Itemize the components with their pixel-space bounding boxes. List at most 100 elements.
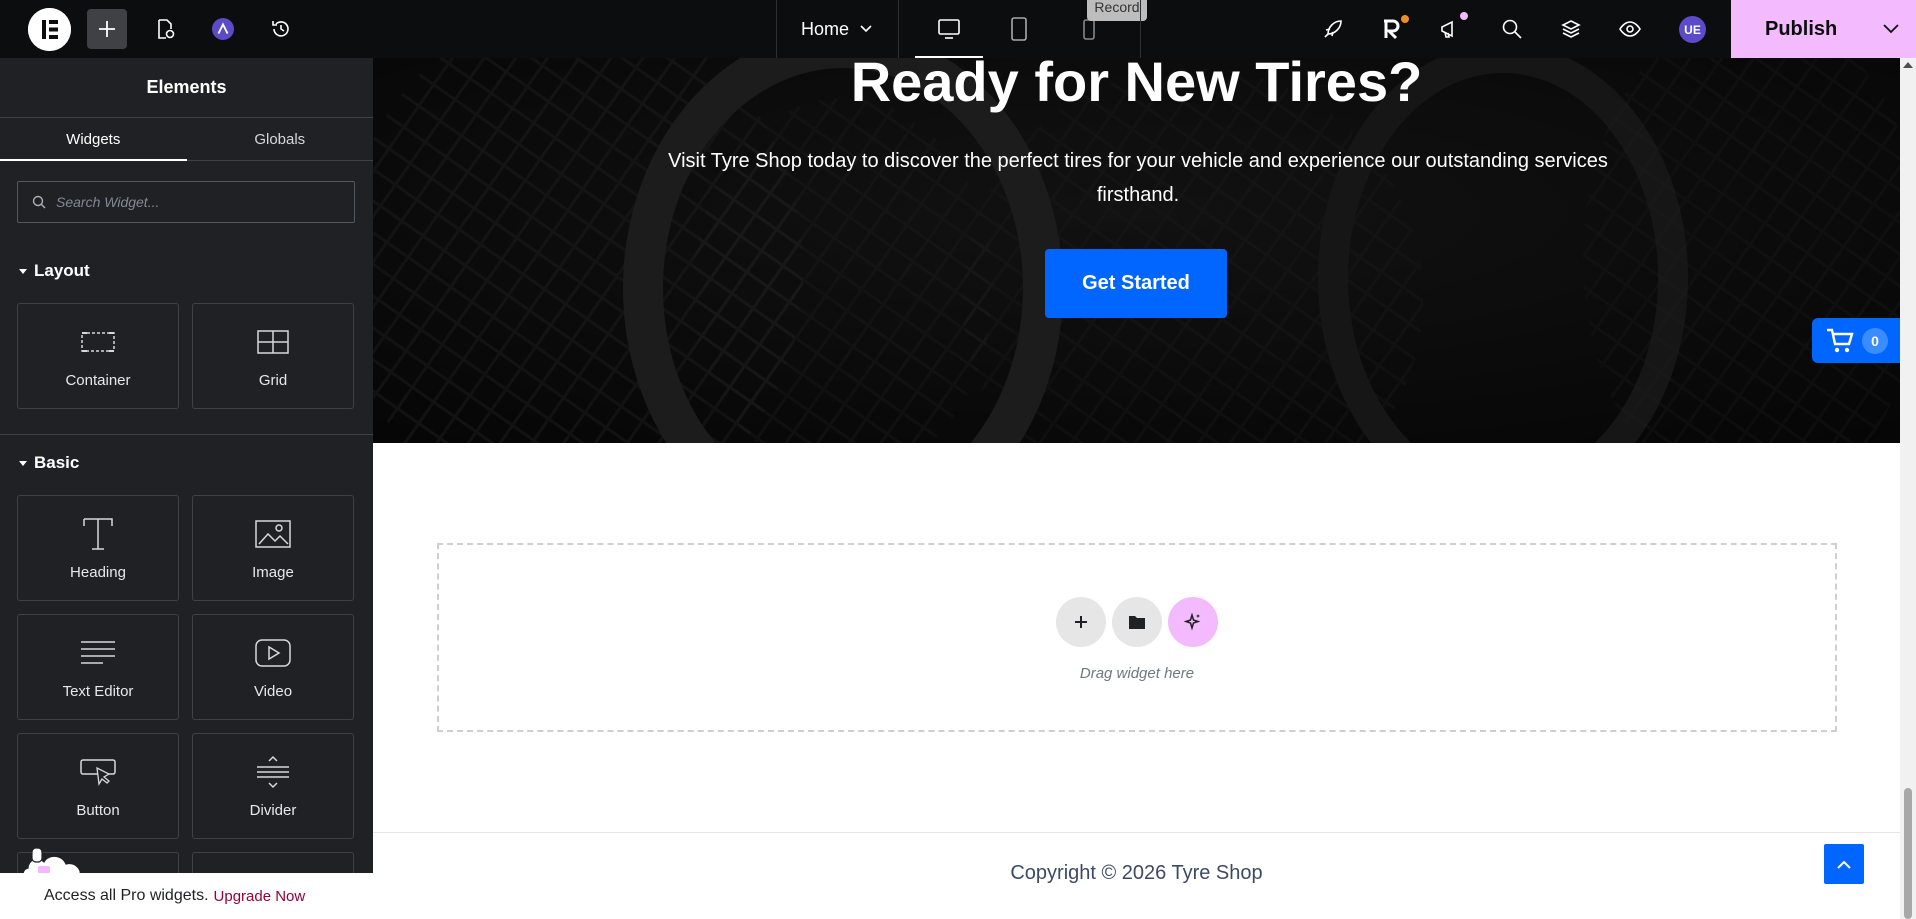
plugin-r-button[interactable] — [1371, 9, 1411, 49]
page-settings-button[interactable] — [145, 9, 185, 49]
page-name: Home — [800, 18, 849, 39]
widget-video[interactable]: Video — [192, 614, 354, 720]
elementor-logo-icon[interactable] — [28, 8, 71, 51]
footer-divider — [373, 832, 1900, 833]
category-layout-toggle[interactable]: Layout — [18, 261, 90, 281]
image-icon — [251, 516, 295, 552]
site-logo-icon — [212, 18, 234, 40]
get-started-button[interactable]: Get Started — [1045, 249, 1227, 318]
widget-grid[interactable]: Grid — [192, 303, 354, 409]
add-element-button[interactable] — [87, 9, 127, 49]
whats-new-button[interactable] — [1430, 9, 1470, 49]
caret-down-icon — [19, 269, 27, 274]
widget-container[interactable]: Container — [17, 303, 179, 409]
scroll-to-top-button[interactable] — [1824, 844, 1864, 884]
site-settings-button[interactable] — [203, 9, 243, 49]
history-icon — [272, 21, 289, 37]
ai-sparkle-icon — [1183, 612, 1201, 631]
heading-icon — [76, 516, 120, 552]
hero-section[interactable]: Ready for New Tires? Visit Tyre Shop tod… — [373, 58, 1900, 443]
r-plugin-icon — [1384, 19, 1400, 40]
user-avatar[interactable]: UE — [1679, 16, 1706, 43]
cart-icon — [1827, 328, 1854, 352]
publish-label: Publish — [1765, 17, 1838, 40]
editor-canvas: Ready for New Tires? Visit Tyre Shop tod… — [373, 58, 1902, 919]
folder-icon — [1129, 616, 1145, 629]
upgrade-now-link[interactable]: Upgrade Now — [214, 888, 306, 905]
scroll-up-arrow-icon[interactable] — [1903, 62, 1913, 68]
notification-dot — [1401, 15, 1409, 23]
widget-button[interactable]: Button — [17, 733, 179, 839]
search-widget-input[interactable] — [56, 194, 336, 210]
widget-label: Text Editor — [62, 683, 134, 700]
empty-drop-zone[interactable]: Drag widget here — [437, 543, 1837, 732]
pro-upgrade-bar: Access all Pro widgets. Upgrade Now — [0, 873, 373, 919]
widget-label: Button — [76, 802, 120, 819]
preview-button[interactable] — [1610, 9, 1650, 49]
page-select[interactable]: Home — [777, 0, 897, 58]
chevron-down-icon — [860, 25, 872, 33]
cart-count-badge: 0 — [1862, 327, 1888, 354]
widget-image[interactable]: Image — [192, 495, 354, 601]
search-icon — [32, 195, 46, 209]
text-editor-icon — [76, 635, 120, 671]
layers-icon — [1561, 20, 1581, 38]
plus-icon — [99, 21, 115, 37]
desktop-icon — [938, 19, 960, 39]
caret-down-icon — [19, 461, 27, 466]
widget-label: Divider — [249, 802, 297, 819]
publish-button[interactable]: Publish — [1731, 0, 1916, 58]
widget-text-editor[interactable]: Text Editor — [17, 614, 179, 720]
panel-tabs: Widgets Globals — [0, 118, 373, 161]
ai-generate-button[interactable] — [1168, 597, 1218, 647]
pro-bar-text: Access all Pro widgets. — [44, 887, 209, 904]
add-template-button[interactable] — [1112, 597, 1162, 647]
search-button[interactable] — [1492, 9, 1532, 49]
chevron-up-icon — [1837, 860, 1851, 869]
panel-title: Elements — [0, 58, 373, 118]
chevron-down-icon[interactable] — [1881, 18, 1901, 38]
desktop-view-button[interactable] — [915, 9, 983, 58]
copyright-text: Copyright © 2026 Tyre Shop — [1010, 862, 1263, 884]
canvas-scrollbar[interactable] — [1900, 58, 1916, 919]
widget-label: Grid — [258, 372, 288, 389]
eye-icon — [1619, 21, 1641, 37]
search-widget-field[interactable] — [17, 181, 355, 223]
notification-dot — [1460, 12, 1468, 20]
record-tooltip: Record — [1087, 0, 1147, 21]
category-basic-toggle[interactable]: Basic — [18, 453, 79, 473]
divider-icon — [251, 754, 295, 790]
dropzone-actions — [1056, 597, 1218, 647]
widget-label: Image — [252, 564, 294, 581]
rocket-icon — [1324, 20, 1342, 38]
tablet-view-button[interactable] — [999, 9, 1039, 49]
megaphone-icon — [1441, 20, 1453, 38]
category-title: Layout — [34, 261, 90, 280]
drag-widget-hint: Drag widget here — [1079, 665, 1195, 682]
video-icon — [251, 635, 295, 671]
structure-button[interactable] — [1551, 9, 1591, 49]
top-bar: Home Record UE Publish — [0, 0, 1916, 58]
hero-title: Ready for New Tires? — [850, 58, 1423, 113]
divider — [1140, 0, 1141, 58]
widget-label: Heading — [70, 564, 126, 581]
widget-divider[interactable]: Divider — [192, 733, 354, 839]
container-icon — [76, 324, 120, 360]
plus-icon — [1075, 616, 1087, 628]
widget-heading[interactable]: Heading — [17, 495, 179, 601]
tab-globals[interactable]: Globals — [187, 118, 374, 160]
tablet-icon — [1011, 17, 1027, 41]
button-icon — [76, 754, 120, 790]
cart-button[interactable]: 0 — [1812, 318, 1902, 363]
category-divider — [0, 434, 373, 435]
widget-label: Container — [65, 372, 131, 389]
widget-label: Video — [253, 683, 293, 700]
tab-widgets[interactable]: Widgets — [0, 118, 187, 161]
scrollbar-thumb[interactable] — [1904, 788, 1912, 919]
history-button[interactable] — [261, 9, 301, 49]
page-settings-icon — [158, 19, 175, 39]
search-icon — [1502, 19, 1522, 39]
launch-button[interactable] — [1313, 9, 1353, 49]
add-section-button[interactable] — [1056, 597, 1106, 647]
grid-icon — [251, 324, 295, 360]
